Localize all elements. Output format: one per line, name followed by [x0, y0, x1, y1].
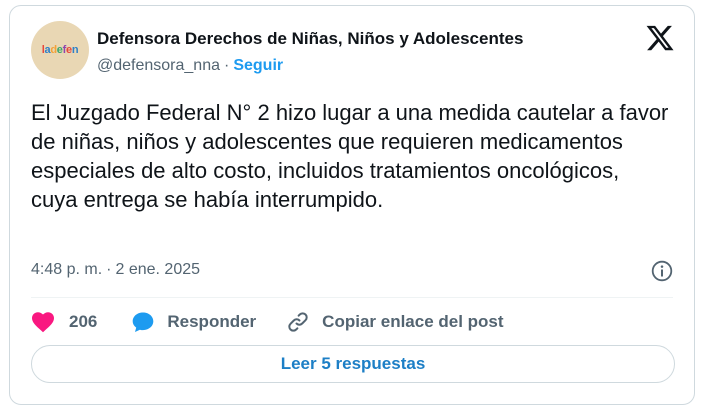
like-count: 206 — [69, 312, 98, 331]
post-timestamp[interactable]: 4:48 p. m. · 2 ene. 2025 — [31, 261, 200, 279]
author-handle-row: @defensora_nna · Seguir — [97, 57, 283, 75]
like-button[interactable]: 206 — [31, 311, 97, 333]
avatar[interactable]: ladefen — [31, 21, 89, 79]
author-display-name[interactable]: Defensora Derechos de Niñas, Niños y Ado… — [97, 29, 523, 49]
author-handle[interactable]: @defensora_nna — [97, 57, 220, 75]
read-replies-button[interactable]: Leer 5 respuestas — [31, 345, 675, 383]
action-bar: 206 Responder Copiar enlace del post — [31, 306, 504, 338]
post-time[interactable]: 4:48 p. m. — [31, 261, 102, 279]
x-logo-icon[interactable] — [645, 23, 675, 53]
post-date[interactable]: 2 ene. 2025 — [115, 261, 200, 279]
speech-bubble-icon — [133, 312, 154, 332]
info-icon[interactable] — [650, 259, 674, 283]
post-card[interactable]: ladefen Defensora Derechos de Niñas, Niñ… — [9, 5, 695, 405]
heart-icon — [32, 312, 54, 333]
post-text: El Juzgado Federal N° 2 hizo lugar a una… — [31, 100, 669, 212]
divider — [31, 297, 673, 298]
copy-link-label: Copiar enlace del post — [322, 312, 504, 331]
reply-button[interactable]: Responder — [131, 310, 256, 334]
avatar-logo: ladefen — [41, 43, 79, 56]
follow-button[interactable]: Seguir — [233, 57, 283, 75]
copy-link-button[interactable]: Copiar enlace del post — [286, 310, 504, 334]
timestamp-separator: · — [106, 261, 112, 278]
handle-separator: · — [224, 57, 230, 74]
reply-label: Responder — [167, 312, 257, 331]
link-icon — [288, 312, 308, 332]
